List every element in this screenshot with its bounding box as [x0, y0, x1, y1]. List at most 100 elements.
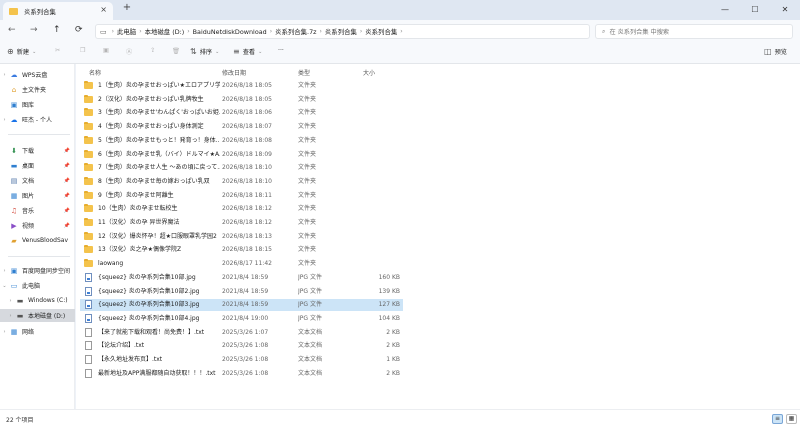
sidebar-item-drive-c[interactable]: › ▬ Windows (C:)	[0, 294, 75, 307]
column-header-size[interactable]: 大小	[363, 68, 375, 77]
forward-icon[interactable]: →	[30, 25, 38, 35]
breadcrumb-item[interactable]: 本地磁盘 (D:)	[145, 27, 185, 36]
file-row[interactable]: 【来了就能下载和观看！尚免费！】.txt 2025/3/26 1:07 文本文档 2 …	[80, 327, 403, 339]
tiles-view-icon[interactable]: ▦	[786, 414, 797, 424]
file-row[interactable]: laowang 2026/8/17 11:42 文件夹	[80, 258, 403, 270]
new-tab-button[interactable]: +	[120, 2, 134, 18]
breadcrumb-item[interactable]: 炎系列合集.7z	[275, 27, 316, 36]
more-options-button[interactable]: ···	[278, 47, 284, 54]
file-row[interactable]: 6（生肉）炎の孕ませ乳（バイ）ドルマイ★A... 2026/8/18 18:09 文…	[80, 149, 403, 161]
breadcrumb-item[interactable]: 炎系列合集	[365, 27, 397, 36]
breadcrumb-item[interactable]: 炎系列合集	[325, 27, 357, 36]
preview-button[interactable]: ◫ 预览	[764, 47, 787, 56]
file-date: 2026/8/18 18:09	[222, 150, 272, 158]
sidebar-item-pictures[interactable]: ▦ 图片 📌	[0, 189, 75, 202]
file-row[interactable]: 12（汉化）爆炎怀孕！超★口服眼罩乳学园2 2026/8/18 18:13 文件夹	[80, 231, 403, 243]
file-row[interactable]: 最新地址及APP满服都随自动获取！！！.txt 2025/3/26 1:08 文本文…	[80, 368, 403, 380]
file-date: 2021/8/4 19:00	[222, 314, 269, 322]
refresh-icon[interactable]: ⟳	[75, 25, 83, 35]
file-row[interactable]: {squeez} 炎の孕系列合集10部2.jpg 2021/8/4 18:59 JP…	[80, 286, 403, 298]
file-row[interactable]: 13（汉化）炎之孕★偶像学院Z 2026/8/18 18:15 文件夹	[80, 244, 403, 256]
chevron-right-icon[interactable]: ›	[0, 117, 9, 123]
file-row[interactable]: 8（生肉）炎の孕ませ毎の嫁おっぱい乳双 2026/8/18 18:10 文件夹	[80, 176, 403, 188]
file-name: 【来了就能下载和观看！尚免费！】.txt	[98, 328, 205, 336]
tab-current-folder[interactable]: 炎系列合集 ×	[3, 2, 113, 20]
sidebar-item-videos[interactable]: ▶ 视频 📌	[0, 219, 75, 232]
chevron-right-icon[interactable]: ›	[0, 329, 9, 335]
file-row[interactable]: 10（生肉）炎の孕ませ転校生 2026/8/18 18:12 文件夹	[80, 203, 403, 215]
sidebar-item-documents[interactable]: ▤ 文档 📌	[0, 174, 75, 187]
file-date: 2021/8/4 18:59	[222, 273, 269, 281]
chevron-right-icon[interactable]: ›	[0, 268, 9, 274]
file-type: 文件夹	[298, 205, 317, 213]
details-view-icon[interactable]: ≡	[772, 414, 783, 424]
view-button[interactable]: ≡ 查看 ⌄	[233, 47, 262, 56]
file-row[interactable]: 9（生肉）炎の孕ませ阿離生 2026/8/18 18:11 文件夹	[80, 190, 403, 202]
breadcrumb-item[interactable]: BaiduNetdiskDownload	[193, 28, 267, 36]
minimize-button[interactable]: —	[710, 0, 740, 20]
file-row[interactable]: 5（生肉）炎の孕ませもっと！発育っ！身体... 2026/8/18 18:08 文件…	[80, 135, 403, 147]
folder-icon: ▰	[11, 236, 17, 245]
file-row[interactable]: 11（汉化）炎の孕 异世界魔法 2026/8/18 18:12 文件夹	[80, 217, 403, 229]
baidu-icon: ▣	[10, 266, 18, 275]
column-header-name[interactable]: 名称	[89, 68, 101, 77]
maximize-button[interactable]: ☐	[740, 0, 770, 20]
file-row[interactable]: 4（生肉）炎の孕ませおっぱい身体測定 2026/8/18 18:07 文件夹	[80, 121, 403, 133]
paste-icon[interactable]: ▣	[103, 47, 109, 54]
folder-icon	[84, 94, 93, 103]
file-row[interactable]: 7（生肉）炎の孕ませ人生 ～あの頃に戻って... 2026/8/18 18:10 文…	[80, 162, 403, 174]
sidebar-item-wps-cloud[interactable]: › ☁ WPS云盘	[0, 68, 75, 81]
address-bar[interactable]: ▭ › 此电脑 › 本地磁盘 (D:) › BaiduNetdiskDownlo…	[95, 24, 590, 39]
sidebar-item-onedrive[interactable]: › ☁ 旺杰 - 个人	[0, 113, 75, 126]
sort-button[interactable]: ⇅ 排序 ⌄	[190, 47, 219, 56]
sidebar-item-downloads[interactable]: ⬇ 下载 📌	[0, 144, 75, 157]
cut-icon[interactable]: ✂	[55, 47, 60, 54]
rename-icon[interactable]: Ⓐ	[126, 47, 132, 56]
column-header-date[interactable]: 修改日期	[222, 68, 246, 77]
sidebar-item-this-pc[interactable]: ⌄ ▭ 此电脑	[0, 279, 75, 292]
back-icon[interactable]: ←	[8, 25, 16, 35]
file-type: 文本文档	[298, 328, 323, 336]
delete-icon[interactable]: 🗑	[172, 47, 180, 55]
new-button[interactable]: ⊕ 新建 ⌄	[7, 47, 36, 56]
file-date: 2026/8/18 18:10	[222, 164, 272, 172]
file-row[interactable]: 3（生肉）炎の孕ませ'わんぱく'おっぱいお姫... 2026/8/18 18:06…	[80, 107, 403, 119]
file-row[interactable]: {squeez} 炎の孕系列合集10部.jpg 2021/8/4 18:59 JPG…	[80, 272, 403, 284]
sidebar-item-desktop[interactable]: ▬ 桌面 📌	[0, 159, 75, 172]
file-row[interactable]: 1（生肉）炎の孕ませおっぱい★エロアプリ学園 2026/8/18 18:05 文件夹	[80, 80, 403, 92]
pin-icon: 📌	[63, 192, 70, 199]
up-icon[interactable]: ↑	[53, 25, 61, 35]
image-file-icon	[85, 286, 92, 296]
file-name: 8（生肉）炎の孕ませ毎の嫁おっぱい乳双	[98, 177, 210, 185]
sidebar-item-music[interactable]: ♫ 音乐 📌	[0, 204, 75, 217]
chevron-right-icon[interactable]: ›	[6, 313, 15, 319]
file-size: 104 KB	[378, 314, 400, 322]
share-icon[interactable]: ⇪	[150, 47, 155, 54]
video-icon: ▶	[11, 221, 17, 230]
file-row[interactable]: 2（汉化）炎の孕ませおっぱい乳牌牧生 2026/8/18 18:05 文件夹	[80, 94, 403, 106]
copy-icon[interactable]: ❐	[80, 47, 86, 54]
sidebar-item-baidu-sync[interactable]: › ▣ 百度网盘同步空间	[0, 264, 75, 277]
chevron-right-icon[interactable]: ›	[6, 298, 15, 304]
home-icon: ⌂	[11, 85, 17, 94]
sidebar-item-network[interactable]: › ▦ 网络	[0, 325, 75, 338]
file-name: 4（生肉）炎の孕ませおっぱい身体測定	[98, 123, 204, 131]
tab-close-icon[interactable]: ×	[100, 5, 107, 14]
file-row[interactable]: 【永久地址发布页】.txt 2025/3/26 1:08 文本文档 1 KB	[80, 354, 403, 366]
chevron-down-icon[interactable]: ⌄	[0, 283, 9, 289]
search-input[interactable]: ⌕ 在 炎系列合集 中搜索	[595, 24, 793, 39]
breadcrumb-item[interactable]: 此电脑	[117, 27, 136, 36]
chevron-right-icon[interactable]: ›	[0, 72, 9, 78]
column-header-type[interactable]: 类型	[298, 68, 310, 77]
pin-icon: 📌	[63, 207, 70, 214]
sidebar-item-drive-d[interactable]: › ▬ 本地磁盘 (D:)	[0, 309, 75, 322]
sidebar-item-gallery[interactable]: ▣ 图库	[0, 98, 75, 111]
sidebar-item-home[interactable]: ⌂ 主文件夹	[0, 83, 75, 96]
file-row[interactable]: 【论坛介绍】.txt 2025/3/26 1:08 文本文档 2 KB	[80, 340, 403, 352]
folder-icon	[84, 108, 93, 117]
drive-icon: ▬	[16, 296, 24, 305]
close-button[interactable]: ✕	[770, 0, 800, 20]
sidebar-item-venusbloodsav[interactable]: ▰ VenusBloodSav	[0, 234, 75, 247]
file-row[interactable]: {squeez} 炎の孕系列合集10部3.jpg 2021/8/4 18:59 JP…	[80, 299, 403, 312]
file-row[interactable]: {squeez} 炎の孕系列合集10部4.jpg 2021/8/4 19:00 JP…	[80, 313, 403, 325]
